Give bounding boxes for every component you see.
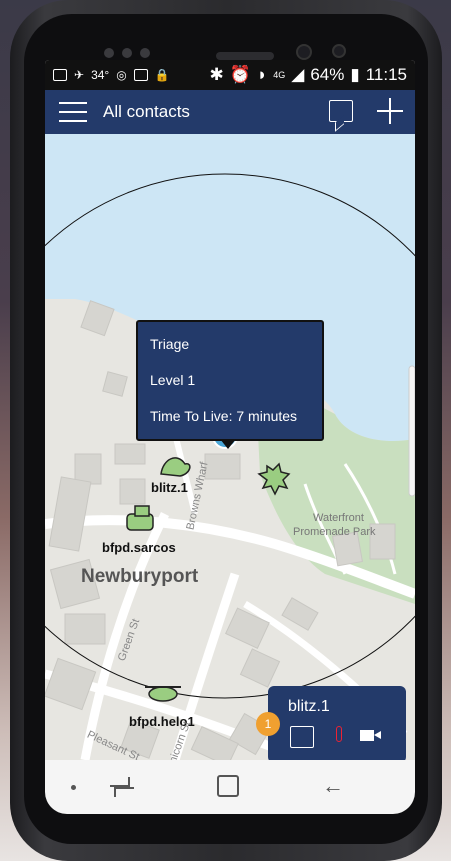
earpiece-speaker: [216, 52, 274, 60]
map-view[interactable]: blitz.1 bfpd.sarcos bfpd.helo1 Newburypo…: [45, 134, 415, 760]
contact-label-sarcos[interactable]: bfpd.sarcos: [102, 540, 176, 555]
battery-percent: 64%: [310, 65, 345, 84]
front-camera: [296, 44, 312, 60]
system-nav-bar: ←: [45, 760, 415, 814]
battery-icon: ▮: [350, 65, 360, 84]
image-icon: [133, 69, 148, 81]
camera-notify-icon: ◎: [116, 68, 127, 82]
park-label-line1: Waterfront: [313, 512, 364, 524]
popup-contact-name: blitz.1: [288, 698, 330, 715]
plus-icon[interactable]: [377, 98, 403, 124]
temperature-text: 34°: [91, 68, 110, 82]
mail-icon: [53, 69, 67, 81]
lock-icon: 🔒: [154, 68, 170, 82]
alarm-icon: ⏰: [229, 65, 251, 84]
sensor-dots: [104, 48, 150, 58]
app-bar: All contacts: [45, 90, 415, 134]
park-label-line2: Promenade Park: [293, 526, 376, 538]
wifi-icon: ◗: [256, 65, 268, 84]
menu-icon[interactable]: [59, 102, 87, 122]
tooltip-level: Level 1: [150, 372, 196, 388]
home-icon[interactable]: [217, 775, 239, 797]
contact-label-blitz[interactable]: blitz.1: [151, 480, 188, 495]
contact-popup[interactable]: 1 blitz.1: [256, 686, 406, 760]
signal-extra-icon: ✈: [74, 68, 85, 82]
microphone-icon[interactable]: [336, 726, 342, 742]
recent-apps-icon[interactable]: [110, 777, 134, 797]
place-label: Newburyport: [81, 566, 199, 587]
chat-bubble-icon[interactable]: [329, 100, 353, 122]
nav-dot-icon[interactable]: [71, 785, 76, 790]
tooltip-title: Triage: [150, 336, 190, 352]
back-icon[interactable]: ←: [322, 775, 344, 797]
cell-signal-icon: ◢: [291, 65, 305, 84]
screen: ✈ 34° ◎ 🔒 ✱ ⏰ ◗ 4G ◢ 64% ▮ 11:15 All con…: [45, 60, 415, 760]
tooltip-ttl: Time To Live: 7 minutes: [150, 408, 298, 424]
network-type: 4G: [273, 70, 286, 80]
status-bar: ✈ 34° ◎ 🔒 ✱ ⏰ ◗ 4G ◢ 64% ▮ 11:15: [45, 60, 415, 90]
marker-tooltip: Triage Level 1 Time To Live: 7 minutes: [136, 320, 324, 449]
video-camera-icon[interactable]: [360, 730, 381, 741]
sensor: [332, 44, 346, 58]
bluetooth-icon: ✱: [209, 65, 224, 84]
clock: 11:15: [365, 65, 407, 84]
page-title: All contacts: [103, 102, 190, 121]
chat-bubble-icon[interactable]: [290, 726, 314, 748]
unread-badge: 1: [256, 712, 280, 736]
